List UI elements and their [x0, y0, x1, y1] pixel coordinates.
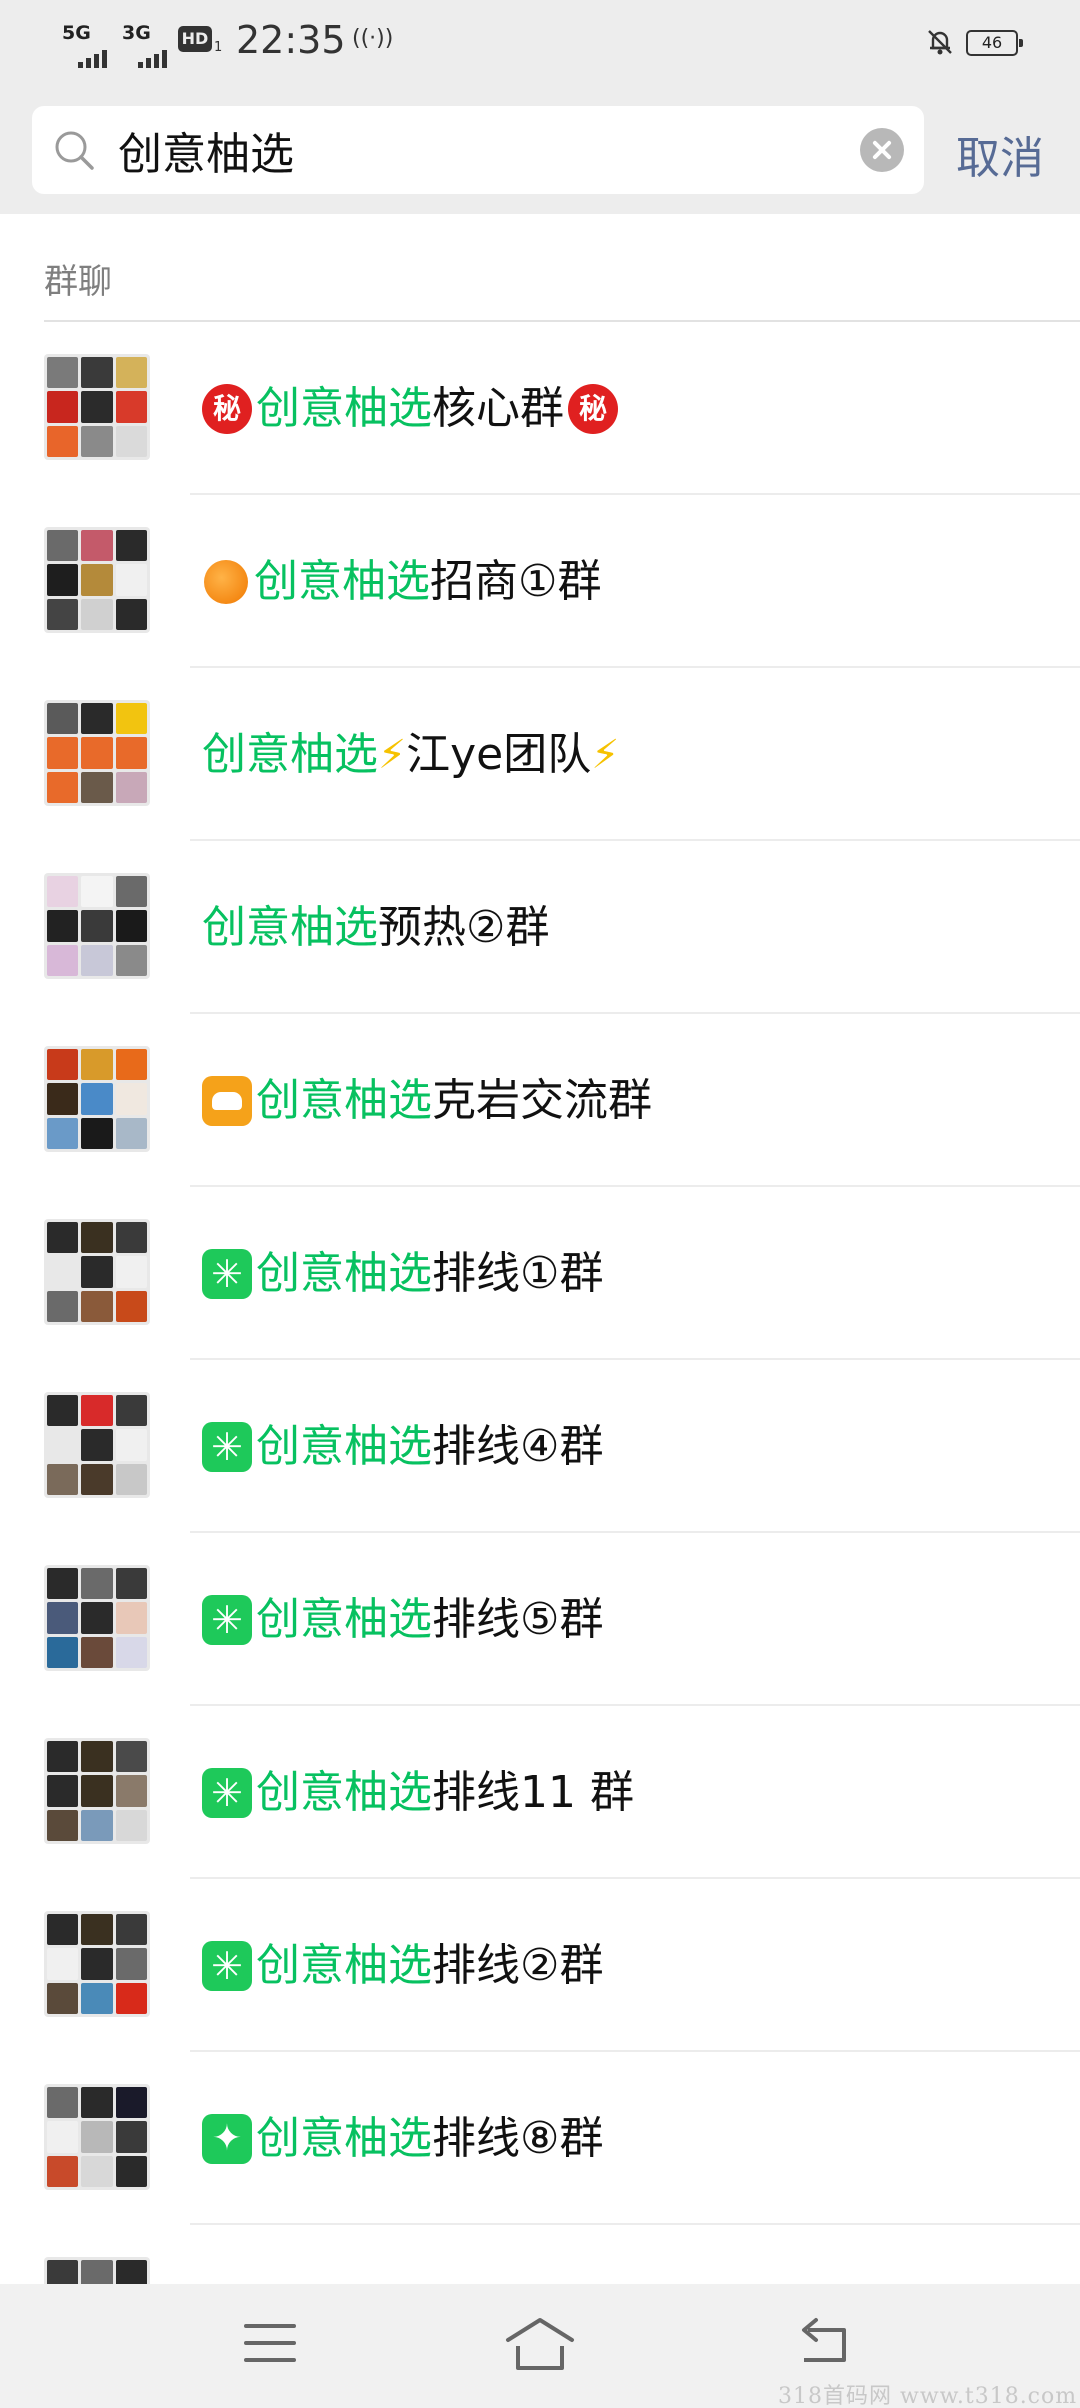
group-avatar	[44, 1046, 150, 1152]
secret-icon: 秘	[568, 384, 618, 434]
list-item[interactable]: 创意柚选 克岩交流群	[0, 1014, 1080, 1187]
list-item[interactable]: 创意柚选排线11 群	[0, 1706, 1080, 1879]
status-bar: 5G 3G HD 1 22:35 ((·)) 46	[0, 0, 1080, 86]
hotspot-icon: ((·))	[352, 26, 394, 51]
name-text: 排线①群	[432, 1248, 604, 1299]
group-avatar	[44, 873, 150, 979]
name-text: 预热②群	[378, 902, 550, 953]
group-name: 创意柚选 招商①群	[202, 550, 601, 614]
highlight-text: 创意柚选	[256, 1940, 432, 1991]
highlight-text: 创意柚选	[202, 902, 378, 953]
clock: 22:35	[236, 18, 346, 62]
secret-icon: 秘	[202, 384, 252, 434]
network-type-label: 5G	[62, 22, 91, 44]
list-item[interactable]: 创意柚选排线④群	[0, 1360, 1080, 1533]
group-name: 创意柚选排线⑧群	[202, 2107, 603, 2171]
group-name: 创意柚选 克岩交流群	[202, 1069, 652, 1133]
group-avatar	[44, 700, 150, 806]
highlight-text: 创意柚选	[256, 1594, 432, 1645]
group-name: 创意柚选排线④群	[202, 1415, 603, 1479]
name-text: 排线⑤群	[432, 1594, 604, 1645]
cancel-button[interactable]: 取消	[956, 122, 1044, 186]
list-item[interactable]: 创意柚选排线①群	[0, 1187, 1080, 1360]
highlight-text: 创意柚选	[256, 1248, 432, 1299]
name-text: 克岩交流群	[432, 1075, 652, 1126]
signal-5g-icon: 5G	[62, 22, 107, 68]
list-item[interactable]: 创意柚选 招商①群	[0, 495, 1080, 668]
battery-icon: 46	[966, 30, 1023, 56]
hd-sub-label: 1	[214, 40, 223, 55]
search-input[interactable]	[118, 106, 878, 194]
name-text: 招商①群	[430, 556, 602, 607]
group-avatar	[44, 354, 150, 460]
menu-icon[interactable]	[244, 2324, 296, 2368]
sparkle-icon	[202, 1249, 252, 1299]
home-icon[interactable]	[504, 2314, 576, 2374]
clear-icon[interactable]	[860, 128, 904, 172]
group-avatar	[44, 1219, 150, 1325]
highlight-text: 创意柚选	[256, 2113, 432, 2164]
list-item[interactable]: 创意柚选排线⑧群	[0, 2052, 1080, 2225]
name-text: 排线②群	[432, 1940, 604, 1991]
group-name: 创意柚选排线①群	[202, 1242, 603, 1306]
sparkle-icon	[202, 1595, 252, 1645]
group-name: 创意柚选排线⑤群	[202, 1588, 603, 1652]
list-item[interactable]: 创意柚选 ⚡ 江ye团队 ⚡	[0, 668, 1080, 841]
list-item[interactable]: 创意柚选排线⑤群	[0, 1533, 1080, 1706]
search-icon	[55, 131, 94, 170]
list-item[interactable]: 创意柚选排线②群	[0, 1879, 1080, 2052]
watermark: 318首码网 www.t318.com	[778, 2384, 1078, 2408]
sparkle-star-icon	[202, 2114, 252, 2164]
group-name: 创意柚选排线②群	[202, 1934, 603, 1998]
group-name: 秘 创意柚选 核心群 秘	[202, 377, 622, 441]
lightning-icon: ⚡	[591, 732, 620, 778]
orange-icon	[204, 560, 248, 604]
name-text: 排线④群	[432, 1421, 604, 1472]
lightning-icon: ⚡	[378, 732, 407, 778]
search-box[interactable]	[32, 106, 924, 194]
list-item[interactable]: 秘 创意柚选 核心群 秘	[0, 322, 1080, 495]
name-text: 江ye团队	[406, 729, 592, 780]
back-icon[interactable]	[794, 2316, 854, 2372]
highlight-text: 创意柚选	[254, 556, 430, 607]
signal-3g-icon: 3G	[122, 22, 167, 68]
network-type-label: 3G	[122, 22, 151, 44]
group-name: 创意柚选排线11 群	[202, 1761, 634, 1825]
name-text: 排线11 群	[432, 1767, 634, 1818]
highlight-text: 创意柚选	[202, 729, 378, 780]
section-label-group-chats: 群聊	[44, 262, 112, 302]
highlight-text: 创意柚选	[256, 1421, 432, 1472]
search-header: 取消	[0, 86, 1080, 214]
group-avatar	[44, 2084, 150, 2190]
group-avatar	[44, 1738, 150, 1844]
list-item[interactable]: 创意柚选 预热②群	[0, 841, 1080, 1014]
sparkle-icon	[202, 1422, 252, 1472]
group-avatar	[44, 527, 150, 633]
group-avatar	[44, 1565, 150, 1671]
group-avatar	[44, 1392, 150, 1498]
group-avatar	[44, 1911, 150, 2017]
highlight-text: 创意柚选	[256, 1767, 432, 1818]
group-name: 创意柚选 预热②群	[202, 896, 549, 960]
hd-icon: HD	[178, 26, 212, 52]
name-text: 核心群	[432, 383, 564, 434]
highlight-text: 创意柚选	[256, 383, 432, 434]
highlight-text: 创意柚选	[256, 1075, 432, 1126]
sparkle-icon	[202, 1768, 252, 1818]
result-list: 秘 创意柚选 核心群 秘 创意柚选 招商①群 创意柚选 ⚡ 江ye团队 ⚡ 创意…	[0, 322, 1080, 2398]
sparkle-icon	[202, 1941, 252, 1991]
group-name: 创意柚选 ⚡ 江ye团队 ⚡	[202, 723, 619, 787]
notification-off-icon	[928, 30, 952, 55]
name-text: 排线⑧群	[432, 2113, 604, 2164]
cat-icon	[202, 1076, 252, 1126]
